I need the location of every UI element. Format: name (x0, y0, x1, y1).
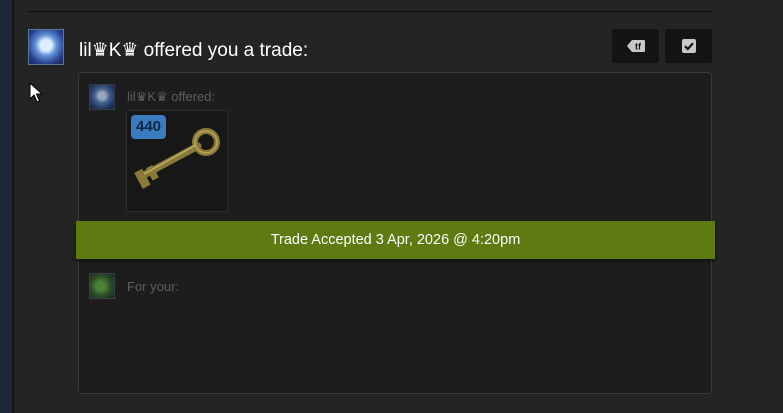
your-avatar-small[interactable] (89, 273, 115, 299)
offered-label: lil♛K♛ offered: (127, 89, 216, 104)
trade-offer-heading: lil♛K♛ offered you a trade: (79, 40, 309, 61)
item-count-badge: 440 (131, 115, 167, 139)
offerer-avatar-small[interactable] (89, 84, 115, 110)
for-your-label: For your: (127, 279, 180, 294)
trade-accepted-banner: Trade Accepted 3 Apr, 2026 @ 4:20pm (76, 221, 715, 259)
divider (28, 11, 712, 12)
left-sidebar-edge (0, 0, 14, 413)
accept-button[interactable] (665, 29, 712, 63)
checkmark-icon (681, 39, 696, 53)
trader-avatar[interactable] (28, 29, 64, 65)
tf-tag-icon: tf (626, 40, 645, 52)
mouse-pointer-icon (29, 82, 43, 103)
svg-text:tf: tf (635, 42, 642, 52)
tf-button[interactable]: tf (612, 29, 659, 63)
